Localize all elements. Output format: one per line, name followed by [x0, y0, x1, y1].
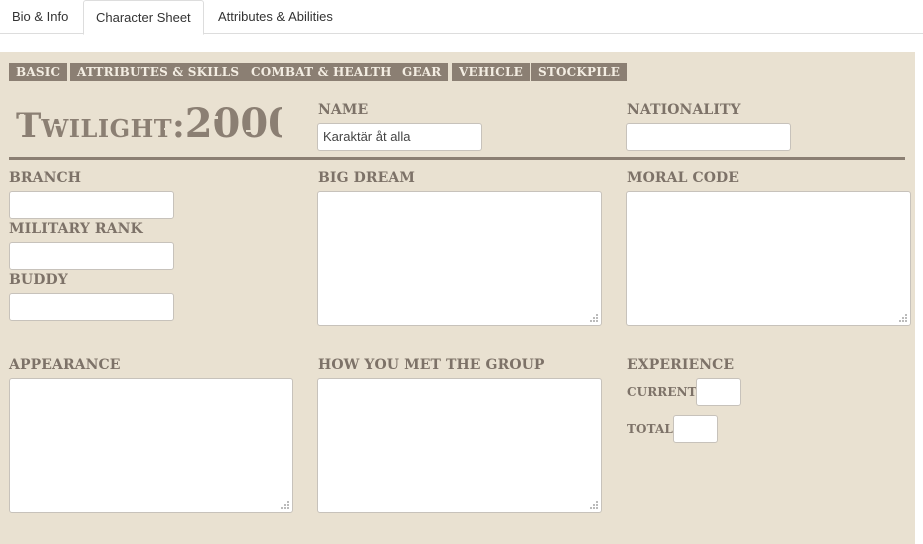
tab-character-sheet[interactable]: Character Sheet — [83, 0, 204, 35]
tab-bar: Bio & Info Character Sheet Attributes & … — [0, 0, 923, 35]
moral-code-textarea[interactable] — [626, 191, 911, 326]
experience-total-label: TOTAL — [627, 422, 673, 436]
resize-grip-icon[interactable] — [279, 499, 289, 509]
section-nav-gear[interactable]: GEAR — [395, 63, 449, 81]
experience-label: EXPERIENCE — [627, 357, 735, 373]
nationality-field[interactable] — [626, 123, 791, 151]
section-nav-stockpile[interactable]: STOCKPILE — [531, 63, 628, 81]
big-dream-label: BIG DREAM — [318, 170, 415, 186]
section-nav-basic[interactable]: BASIC — [9, 63, 68, 81]
divider — [9, 157, 905, 160]
military-rank-field[interactable] — [9, 242, 174, 270]
nationality-label: NATIONALITY — [627, 102, 741, 118]
tab-attributes-abilities[interactable]: Attributes & Abilities — [206, 0, 345, 34]
how-met-label: HOW YOU MET THE GROUP — [318, 357, 545, 373]
section-nav-vehicle[interactable]: VEHICLE — [452, 63, 530, 81]
resize-grip-icon[interactable] — [588, 312, 598, 322]
buddy-field[interactable] — [9, 293, 174, 321]
twilight-2000-logo: TWILIGHT:2000 — [16, 100, 282, 144]
moral-code-label: MORAL CODE — [627, 170, 740, 186]
section-nav-attributes-skills[interactable]: ATTRIBUTES & SKILLS — [70, 63, 247, 81]
character-sheet: BASIC ATTRIBUTES & SKILLS COMBAT & HEALT… — [0, 52, 915, 544]
branch-label: BRANCH — [9, 170, 82, 186]
name-label: NAME — [318, 102, 369, 118]
resize-grip-icon[interactable] — [897, 312, 907, 322]
experience-current-label: CURRENT — [627, 385, 697, 399]
big-dream-textarea[interactable] — [317, 191, 602, 326]
branch-field[interactable] — [9, 191, 174, 219]
experience-current-field[interactable] — [696, 378, 741, 406]
appearance-textarea[interactable] — [9, 378, 293, 513]
military-rank-label: MILITARY RANK — [9, 221, 143, 237]
name-field[interactable]: Karaktär åt alla — [317, 123, 482, 151]
buddy-label: BUDDY — [9, 272, 68, 288]
resize-grip-icon[interactable] — [588, 499, 598, 509]
experience-total-field[interactable] — [673, 415, 718, 443]
section-nav-combat-health[interactable]: COMBAT & HEALTH — [244, 63, 399, 81]
how-met-textarea[interactable] — [317, 378, 602, 513]
appearance-label: APPEARANCE — [9, 357, 121, 373]
tab-bio-info[interactable]: Bio & Info — [0, 0, 80, 34]
